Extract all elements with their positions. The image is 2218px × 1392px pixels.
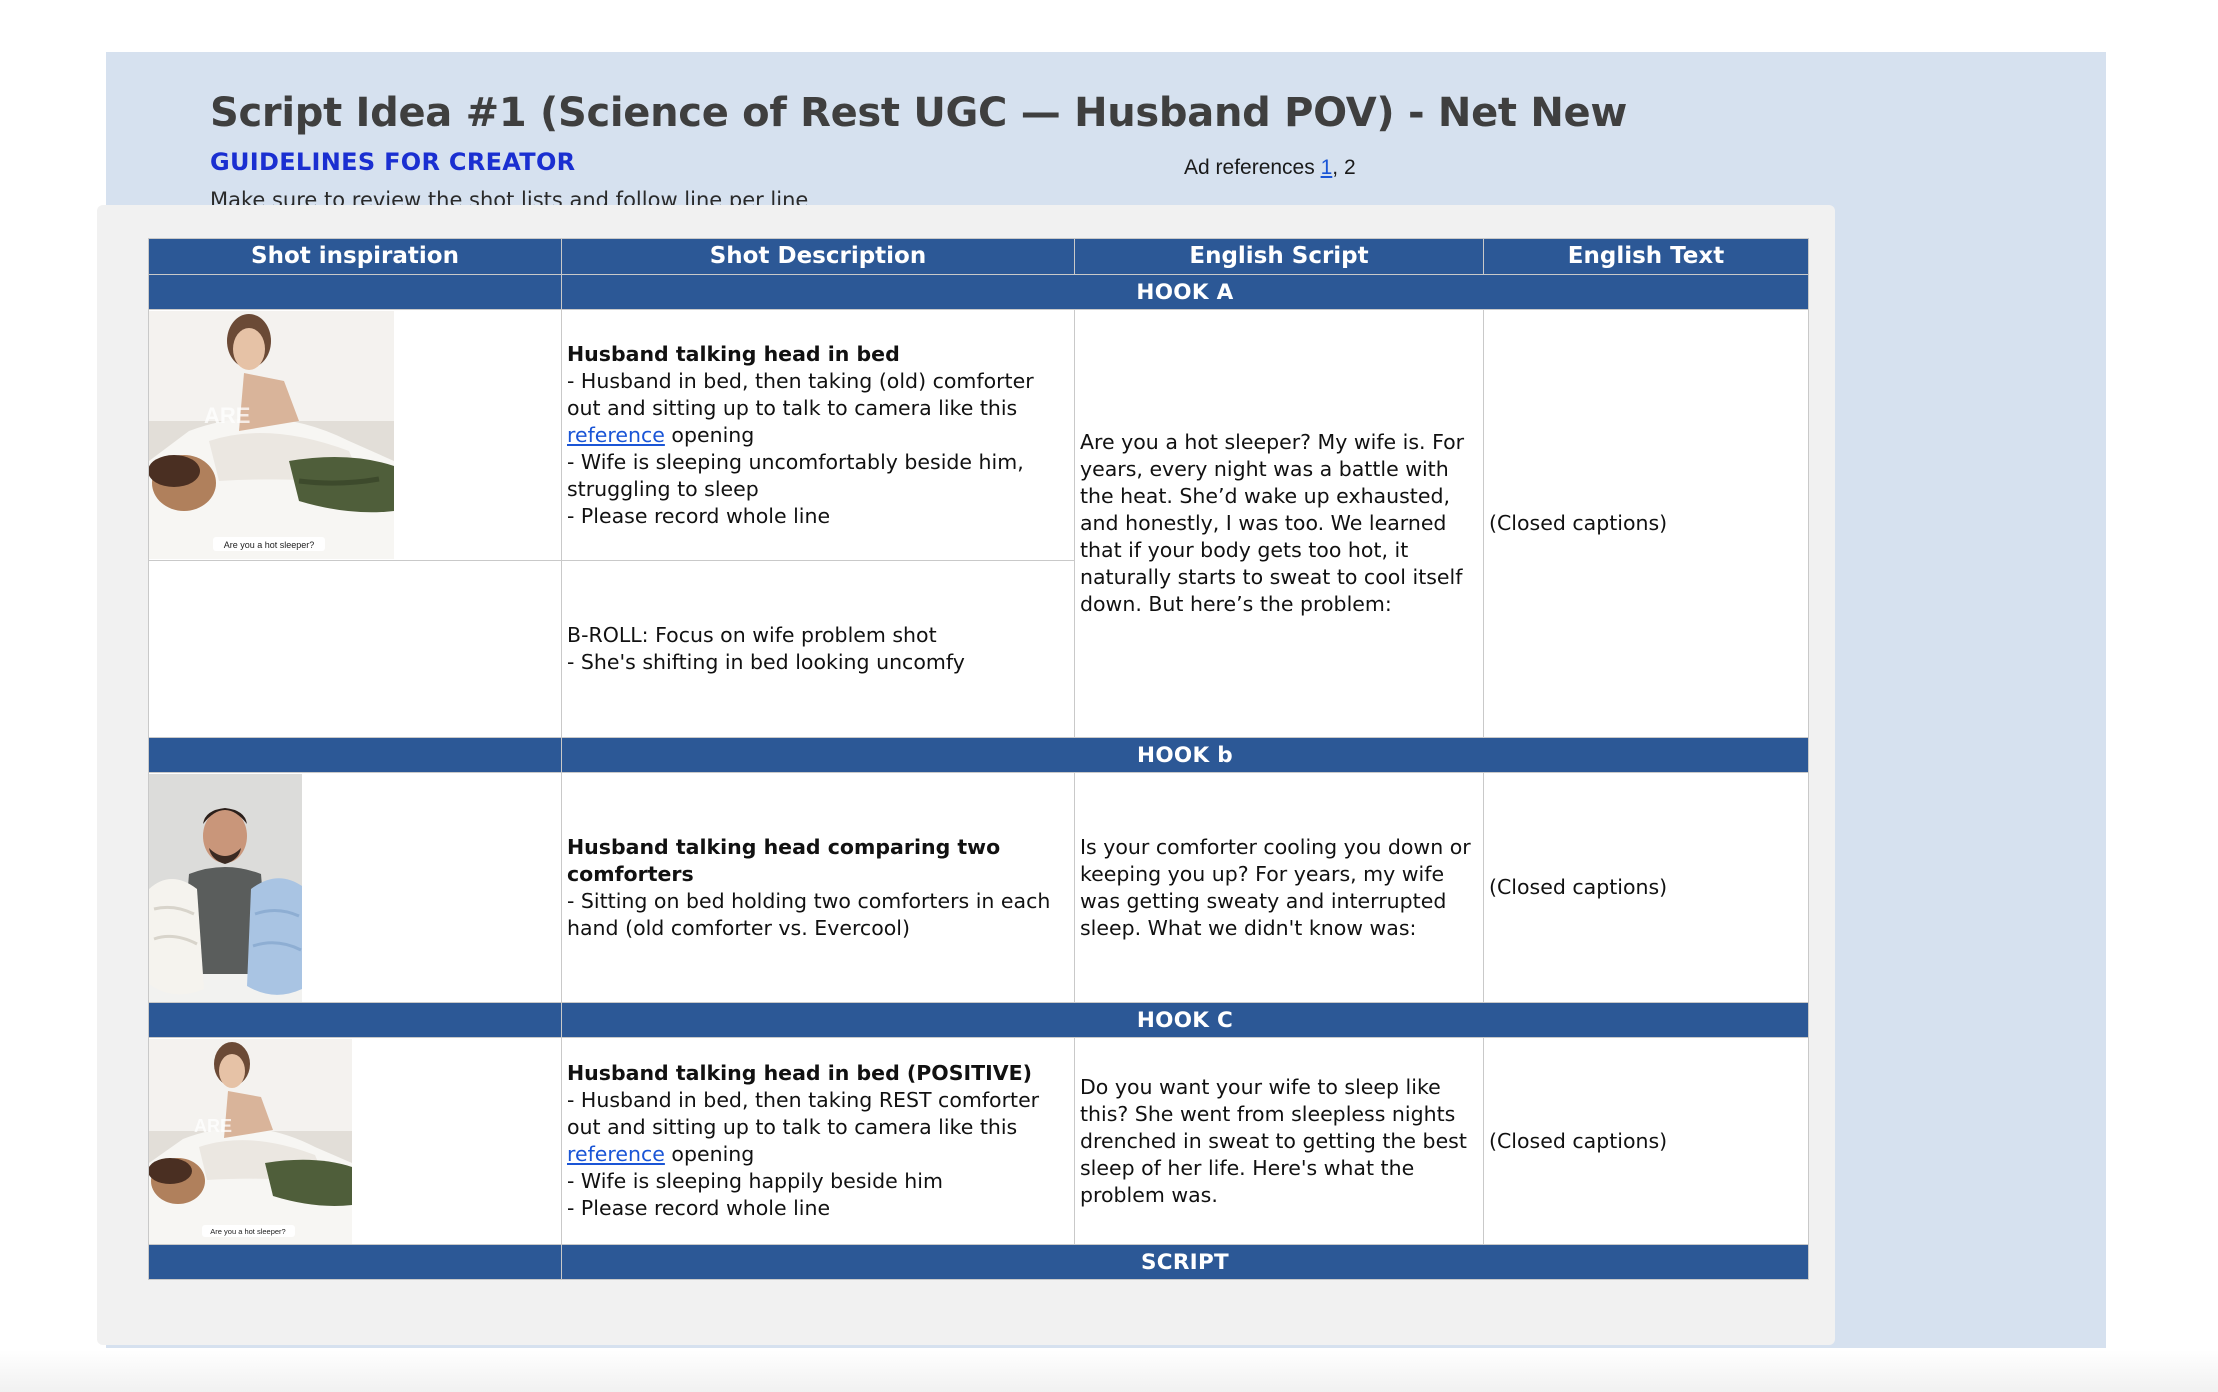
section-title-hook-c: HOOK C	[561, 1002, 1809, 1038]
shot-line: - Husband in bed, then taking (old) comf…	[567, 368, 1034, 420]
shot-inspiration-cell: ARE Are you a hot sleeper?	[148, 309, 562, 561]
column-header-english-script: English Script	[1074, 238, 1484, 275]
hot-sleeper-thumbnail: ARE Are you a hot sleeper?	[149, 311, 394, 559]
window-bottom-edge	[0, 1350, 2218, 1392]
page-title: Script Idea #1 (Science of Rest UGC — Hu…	[210, 90, 1628, 136]
shot-inspiration-cell-empty	[148, 560, 562, 738]
shot-line: - Sitting on bed holding two comforters …	[567, 888, 1051, 940]
thumbnail-overlay-word: ARE	[204, 403, 250, 428]
shot-description-cell: Husband talking head in bed - Husband in…	[561, 309, 1075, 561]
shot-line: - Wife is sleeping happily beside him	[567, 1169, 943, 1193]
table-row: Husband talking head comparing two comfo…	[148, 772, 1809, 1003]
section-title-hook-b: HOOK b	[561, 737, 1809, 773]
thumbnail-caption: Are you a hot sleeper?	[210, 1227, 285, 1236]
thumbnail-overlay-word: ARE	[194, 1116, 232, 1136]
section-row-hook-b: HOOK b	[148, 737, 1809, 773]
script-table: Shot inspiration Shot Description Englis…	[148, 238, 1809, 1280]
ad-reference-link-1[interactable]: 1	[1321, 156, 1333, 179]
ad-references-separator: ,	[1332, 156, 1344, 179]
shot-description-cell: B-ROLL: Focus on wife problem shot - She…	[561, 560, 1075, 738]
ad-reference-2: 2	[1343, 156, 1356, 179]
shot-line: - She's shifting in bed looking uncomfy	[567, 650, 965, 674]
section-spacer-cell	[148, 1002, 562, 1038]
shot-title: Husband talking head in bed	[567, 341, 900, 366]
reference-link[interactable]: reference	[567, 423, 665, 447]
shot-title: Husband talking head in bed (POSITIVE)	[567, 1061, 1032, 1085]
shot-description-cell: Husband talking head comparing two comfo…	[561, 772, 1075, 1003]
hot-sleeper-thumbnail-positive: ARE Are you a hot sleeper?	[149, 1038, 352, 1244]
guidelines-heading: GUIDELINES FOR CREATOR	[210, 148, 576, 176]
shot-description-cell: Husband talking head in bed (POSITIVE) -…	[561, 1037, 1075, 1245]
shot-inspiration-cell: ARE Are you a hot sleeper?	[148, 1037, 562, 1245]
thumbnail-caption: Are you a hot sleeper?	[224, 540, 315, 550]
section-title-script: SCRIPT	[561, 1244, 1809, 1280]
english-text-cell: (Closed captions)	[1483, 309, 1809, 738]
section-row-script: SCRIPT	[148, 1244, 1809, 1280]
section-spacer-cell	[148, 1244, 562, 1280]
english-script-cell: Are you a hot sleeper? My wife is. For y…	[1074, 309, 1484, 738]
section-row-hook-a: HOOK A	[148, 274, 1809, 310]
english-script-cell: Is your comforter cooling you down or ke…	[1074, 772, 1484, 1003]
english-script-cell: Do you want your wife to sleep like this…	[1074, 1037, 1484, 1245]
shot-line: - Wife is sleeping uncomfortably beside …	[567, 449, 1024, 501]
table-row: ARE Are you a hot sleeper? Husband talki…	[148, 309, 1809, 738]
ad-references: Ad references 1, 2	[1184, 156, 1356, 180]
shot-line: - Husband in bed, then taking REST comfo…	[567, 1088, 1040, 1139]
column-header-english-text: English Text	[1483, 238, 1809, 275]
shot-title: B-ROLL: Focus on wife problem shot	[567, 623, 937, 647]
table-header-row: Shot inspiration Shot Description Englis…	[148, 238, 1809, 275]
section-spacer-cell	[148, 737, 562, 773]
reference-link[interactable]: reference	[567, 1142, 665, 1166]
shot-title: Husband talking head comparing two comfo…	[567, 834, 1001, 886]
column-header-shot-inspiration: Shot inspiration	[148, 238, 562, 275]
english-text-cell: (Closed captions)	[1483, 1037, 1809, 1245]
reference-link-suffix: opening	[664, 422, 755, 447]
ad-references-label: Ad references	[1184, 156, 1315, 179]
column-header-shot-description: Shot Description	[561, 238, 1075, 275]
shot-line: - Please record whole line	[567, 503, 831, 528]
shot-inspiration-cell	[148, 772, 562, 1003]
two-comforters-thumbnail	[149, 773, 302, 1002]
section-spacer-cell	[148, 274, 562, 310]
english-text-cell: (Closed captions)	[1483, 772, 1809, 1003]
section-row-hook-c: HOOK C	[148, 1002, 1809, 1038]
table-row: ARE Are you a hot sleeper? Husband talki…	[148, 1037, 1809, 1245]
section-title-hook-a: HOOK A	[561, 274, 1809, 310]
reference-link-suffix: opening	[664, 1142, 755, 1166]
shot-line: - Please record whole line	[567, 1196, 831, 1220]
